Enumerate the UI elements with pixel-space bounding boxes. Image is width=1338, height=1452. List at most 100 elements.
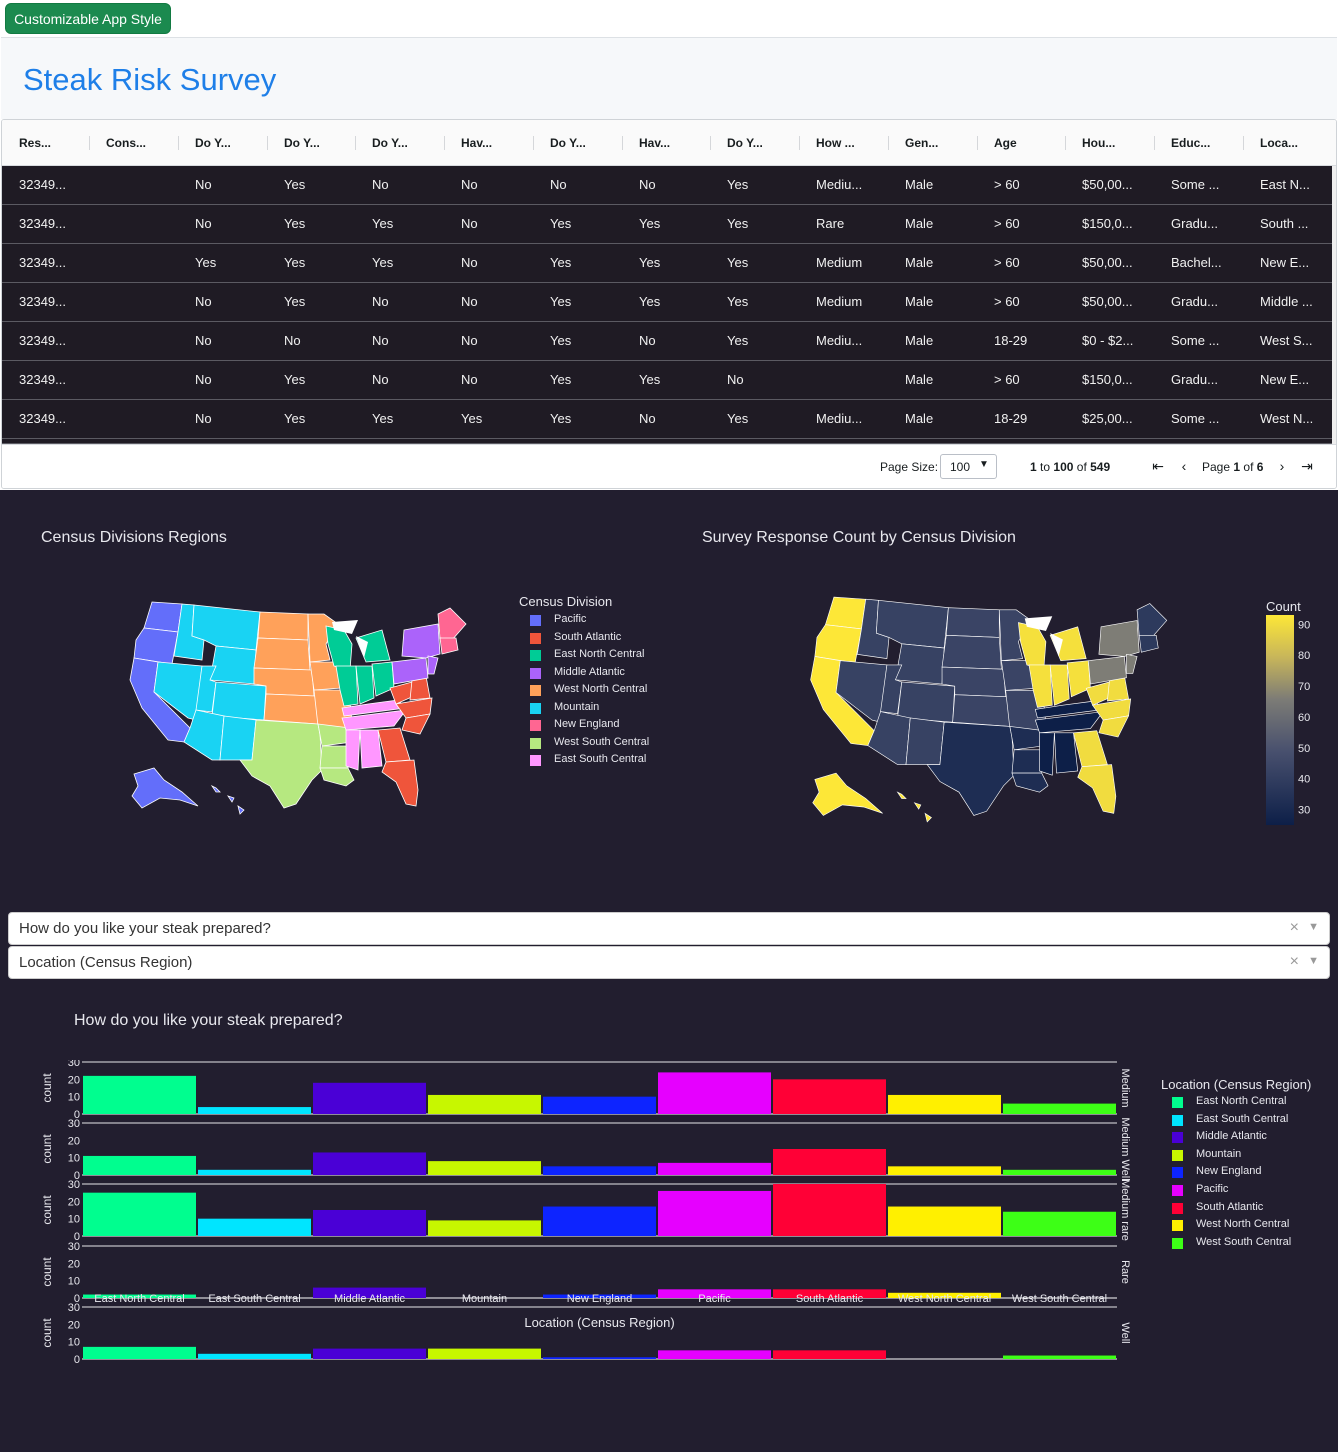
state-shape[interactable] xyxy=(1126,653,1138,674)
table-cell[interactable]: 32349... xyxy=(19,244,99,282)
column-resize-handle[interactable] xyxy=(178,136,179,150)
table-cell[interactable]: Yes xyxy=(639,283,719,321)
bar[interactable] xyxy=(313,1348,426,1359)
column-header[interactable]: Hou... xyxy=(1082,120,1162,166)
bar[interactable] xyxy=(1003,1169,1116,1175)
location-dropdown[interactable]: Location (Census Region) × ▼ xyxy=(8,946,1330,979)
table-cell[interactable]: Yes xyxy=(284,283,364,321)
bar[interactable] xyxy=(198,1353,311,1359)
table-cell[interactable]: Yes xyxy=(284,400,364,438)
table-cell[interactable]: Yes xyxy=(727,283,807,321)
table-cell[interactable]: $150,0... xyxy=(1082,205,1162,243)
state-shape[interactable] xyxy=(1136,603,1168,638)
table-row[interactable]: 32349... No Yes No No Yes Yes Yes Medium Male > 60… xyxy=(2,283,1332,322)
column-header[interactable]: Do Y... xyxy=(550,120,630,166)
bar[interactable] xyxy=(773,1149,886,1175)
table-cell[interactable]: Yes xyxy=(195,244,275,282)
table-cell[interactable]: Male xyxy=(905,166,985,204)
table-cell[interactable] xyxy=(106,322,186,360)
column-header[interactable]: Hav... xyxy=(639,120,719,166)
chevron-down-icon[interactable]: ▼ xyxy=(1308,955,1319,967)
table-cell[interactable]: Male xyxy=(905,322,985,360)
table-cell[interactable]: > 60 xyxy=(994,244,1074,282)
table-cell[interactable]: $150,0... xyxy=(1082,361,1162,399)
bar[interactable] xyxy=(773,1079,886,1114)
column-header[interactable]: Do Y... xyxy=(727,120,807,166)
table-cell[interactable]: Yes xyxy=(727,166,807,204)
column-resize-handle[interactable] xyxy=(533,136,534,150)
state-shape[interactable] xyxy=(825,596,867,630)
state-shape[interactable] xyxy=(897,681,956,723)
table-cell[interactable]: Yes xyxy=(639,244,719,282)
state-shape[interactable] xyxy=(355,665,375,705)
state-shape[interactable] xyxy=(1054,732,1079,774)
state-shape[interactable] xyxy=(1066,660,1091,698)
table-cell[interactable]: No xyxy=(372,166,452,204)
bar[interactable] xyxy=(1003,1355,1116,1359)
table-cell[interactable]: No xyxy=(639,400,719,438)
state-shape[interactable] xyxy=(1039,732,1055,776)
state-shape[interactable] xyxy=(1138,634,1159,653)
table-cell[interactable]: $0 - $2... xyxy=(1082,322,1162,360)
state-shape[interactable] xyxy=(952,694,1011,727)
table-cell[interactable]: Male xyxy=(905,361,985,399)
state-shape[interactable] xyxy=(253,637,311,671)
table-cell[interactable]: $50,00... xyxy=(1082,283,1162,321)
vertical-scrollbar[interactable] xyxy=(1332,166,1336,444)
clear-icon[interactable]: × xyxy=(1290,919,1299,937)
state-shape[interactable] xyxy=(814,624,862,664)
state-shape[interactable] xyxy=(437,607,467,641)
table-cell[interactable]: No xyxy=(461,244,541,282)
bar[interactable] xyxy=(658,1162,771,1175)
table-cell[interactable]: Some ... xyxy=(1171,166,1251,204)
column-header[interactable]: Cons... xyxy=(106,120,186,166)
table-cell[interactable]: > 60 xyxy=(994,205,1074,243)
bar[interactable] xyxy=(658,1190,771,1236)
table-cell[interactable]: No xyxy=(195,400,275,438)
faceted-bar-chart[interactable]: 0102030count Medium0102030count Medium Wel… xyxy=(0,1060,1150,1420)
bar[interactable] xyxy=(888,1166,1001,1175)
bar[interactable] xyxy=(83,1192,196,1236)
column-resize-handle[interactable] xyxy=(888,136,889,150)
table-cell[interactable] xyxy=(816,361,896,399)
table-cell[interactable]: Yes xyxy=(372,205,452,243)
table-cell[interactable]: Medium xyxy=(816,283,896,321)
state-shape[interactable] xyxy=(319,767,355,787)
table-cell[interactable]: 18-29 xyxy=(994,400,1074,438)
table-cell[interactable]: No xyxy=(195,322,275,360)
table-row[interactable]: 32349... No No No No Yes No Yes Mediu... Male 18-2… xyxy=(2,322,1332,361)
data-grid[interactable]: Res... Cons... Do Y... Do Y... Do Y... Hav...… xyxy=(1,119,1337,489)
table-cell[interactable] xyxy=(106,283,186,321)
state-shape[interactable] xyxy=(263,693,319,725)
column-resize-handle[interactable] xyxy=(1154,136,1155,150)
column-header[interactable]: Do Y... xyxy=(284,120,364,166)
table-cell[interactable]: > 60 xyxy=(994,283,1074,321)
table-cell[interactable]: Medium xyxy=(816,244,896,282)
column-resize-handle[interactable] xyxy=(355,136,356,150)
state-shape[interactable] xyxy=(143,601,183,633)
state-shape[interactable] xyxy=(381,759,419,807)
state-shape[interactable] xyxy=(219,715,257,761)
state-shape[interactable] xyxy=(345,729,361,771)
state-shape[interactable] xyxy=(209,645,257,685)
table-cell[interactable]: No xyxy=(195,361,275,399)
column-resize-handle[interactable] xyxy=(267,136,268,150)
table-cell[interactable]: Mediu... xyxy=(816,400,896,438)
table-cell[interactable]: Male xyxy=(905,244,985,282)
bar[interactable] xyxy=(428,1220,541,1236)
column-resize-handle[interactable] xyxy=(444,136,445,150)
state-shape[interactable] xyxy=(1098,620,1140,657)
response-count-map[interactable] xyxy=(800,595,1195,830)
table-cell[interactable]: > 60 xyxy=(994,361,1074,399)
bar[interactable] xyxy=(888,1094,1001,1114)
table-cell[interactable]: No xyxy=(639,322,719,360)
table-cell[interactable]: No xyxy=(195,166,275,204)
bar[interactable] xyxy=(83,1346,196,1359)
table-cell[interactable]: No xyxy=(284,322,364,360)
last-page-icon[interactable]: ⇥ xyxy=(1299,457,1315,475)
table-cell[interactable]: No xyxy=(372,283,452,321)
table-cell[interactable]: Gradu... xyxy=(1171,361,1251,399)
table-cell[interactable]: New E... xyxy=(1260,244,1322,282)
table-cell[interactable]: Gradu... xyxy=(1171,205,1251,243)
table-cell[interactable]: 32349... xyxy=(19,361,99,399)
